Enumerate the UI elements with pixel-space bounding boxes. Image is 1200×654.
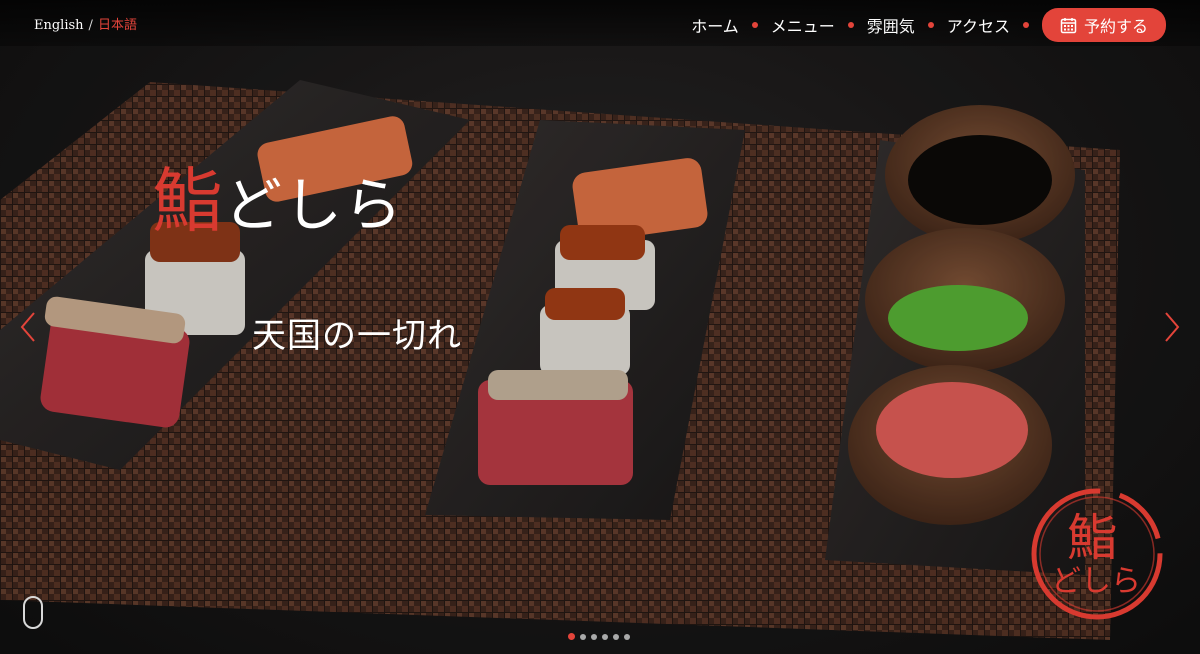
carousel-dot[interactable] [580, 634, 586, 640]
next-slide-arrow-icon[interactable] [1162, 310, 1182, 344]
nav-separator-dot [847, 22, 854, 28]
reserve-label: 予約する [1083, 17, 1148, 36]
carousel-dot[interactable] [613, 634, 619, 640]
lang-separator: / [88, 18, 93, 33]
calendar-icon [1060, 17, 1077, 33]
nav-separator-dot [751, 22, 758, 28]
prev-slide-arrow-icon[interactable] [18, 310, 38, 344]
nav-access[interactable]: アクセス [947, 9, 1010, 41]
nav-separator-dot [927, 22, 934, 28]
carousel-dot[interactable] [624, 634, 630, 640]
lang-japanese-link[interactable]: 日本語 [98, 18, 137, 33]
nav-home[interactable]: ホーム [691, 9, 739, 41]
logo-stamp: 鮨 どしら [1027, 484, 1167, 624]
carousel-dot[interactable] [591, 634, 597, 640]
carousel-pagination [568, 633, 630, 640]
logo-kana: どしら [1051, 564, 1141, 599]
carousel-dot[interactable] [568, 633, 575, 640]
scroll-mouse-icon [23, 596, 43, 629]
hero-slide [0, 0, 1200, 654]
top-bar: English / 日本語 ホーム メニュー 雰囲気 アクセス 予約する [0, 0, 1200, 46]
hero-title: 鮨どしら [152, 166, 404, 236]
reserve-button[interactable]: 予約する [1041, 8, 1166, 42]
nav-atmosphere[interactable]: 雰囲気 [867, 9, 915, 41]
carousel-dot[interactable] [602, 634, 608, 640]
nav-menu[interactable]: メニュー [771, 9, 835, 41]
hero-title-kanji: 鮨 [152, 160, 224, 242]
hero-tagline: 天国の一切れ [252, 316, 462, 356]
language-switcher: English / 日本語 [34, 14, 137, 33]
lang-english-link[interactable]: English [34, 18, 84, 33]
nav-separator-dot [1022, 22, 1029, 28]
hero-title-kana: どしら [224, 171, 405, 239]
main-nav: ホーム メニュー 雰囲気 アクセス 予約する [691, 8, 1166, 42]
sushi-photo [0, 0, 1200, 654]
